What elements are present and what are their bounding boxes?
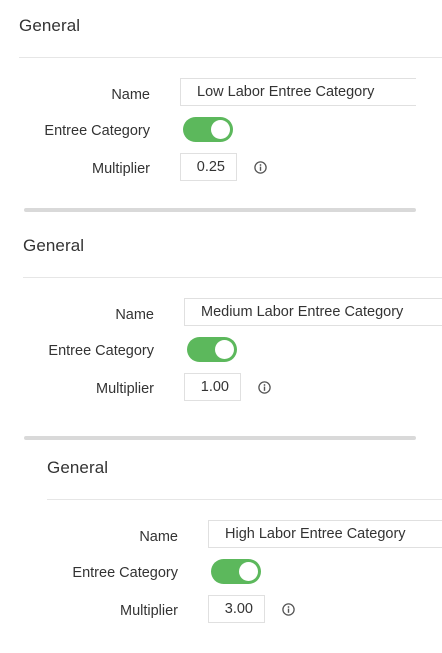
entree-category-toggle[interactable] — [211, 559, 261, 584]
title-rule — [47, 499, 442, 500]
name-input[interactable]: High Labor Entree Category — [208, 520, 442, 548]
title-rule — [23, 277, 442, 278]
info-circle-icon[interactable] — [258, 381, 271, 394]
title-rule — [19, 57, 442, 58]
section-title: General — [19, 16, 81, 35]
multiplier-label: Multiplier — [95, 381, 154, 397]
section-title: General — [23, 236, 85, 255]
entree-category-toggle[interactable] — [187, 337, 237, 362]
multiplier-input[interactable]: 0.25 — [180, 153, 237, 181]
name-input[interactable]: Low Labor Entree Category — [180, 78, 416, 106]
toggle-knob — [211, 120, 230, 139]
toggle-knob — [215, 340, 234, 359]
info-circle-icon[interactable] — [254, 161, 267, 174]
name-label: Name — [111, 87, 150, 103]
multiplier-input[interactable]: 3.00 — [208, 595, 265, 623]
entree-category-label: Entree Category — [44, 123, 150, 139]
entree-category-label: Entree Category — [48, 343, 154, 359]
multiplier-input[interactable]: 1.00 — [184, 373, 241, 401]
name-input[interactable]: Medium Labor Entree Category — [184, 298, 442, 326]
name-label: Name — [139, 529, 178, 545]
entree-category-label: Entree Category — [72, 565, 178, 581]
section-divider — [24, 436, 416, 440]
section-divider — [24, 208, 416, 212]
section-title: General — [47, 458, 109, 477]
toggle-knob — [239, 562, 258, 581]
entree-category-toggle[interactable] — [183, 117, 233, 142]
info-circle-icon[interactable] — [282, 603, 295, 616]
multiplier-label: Multiplier — [119, 603, 178, 619]
multiplier-label: Multiplier — [91, 161, 150, 177]
name-label: Name — [115, 307, 154, 323]
